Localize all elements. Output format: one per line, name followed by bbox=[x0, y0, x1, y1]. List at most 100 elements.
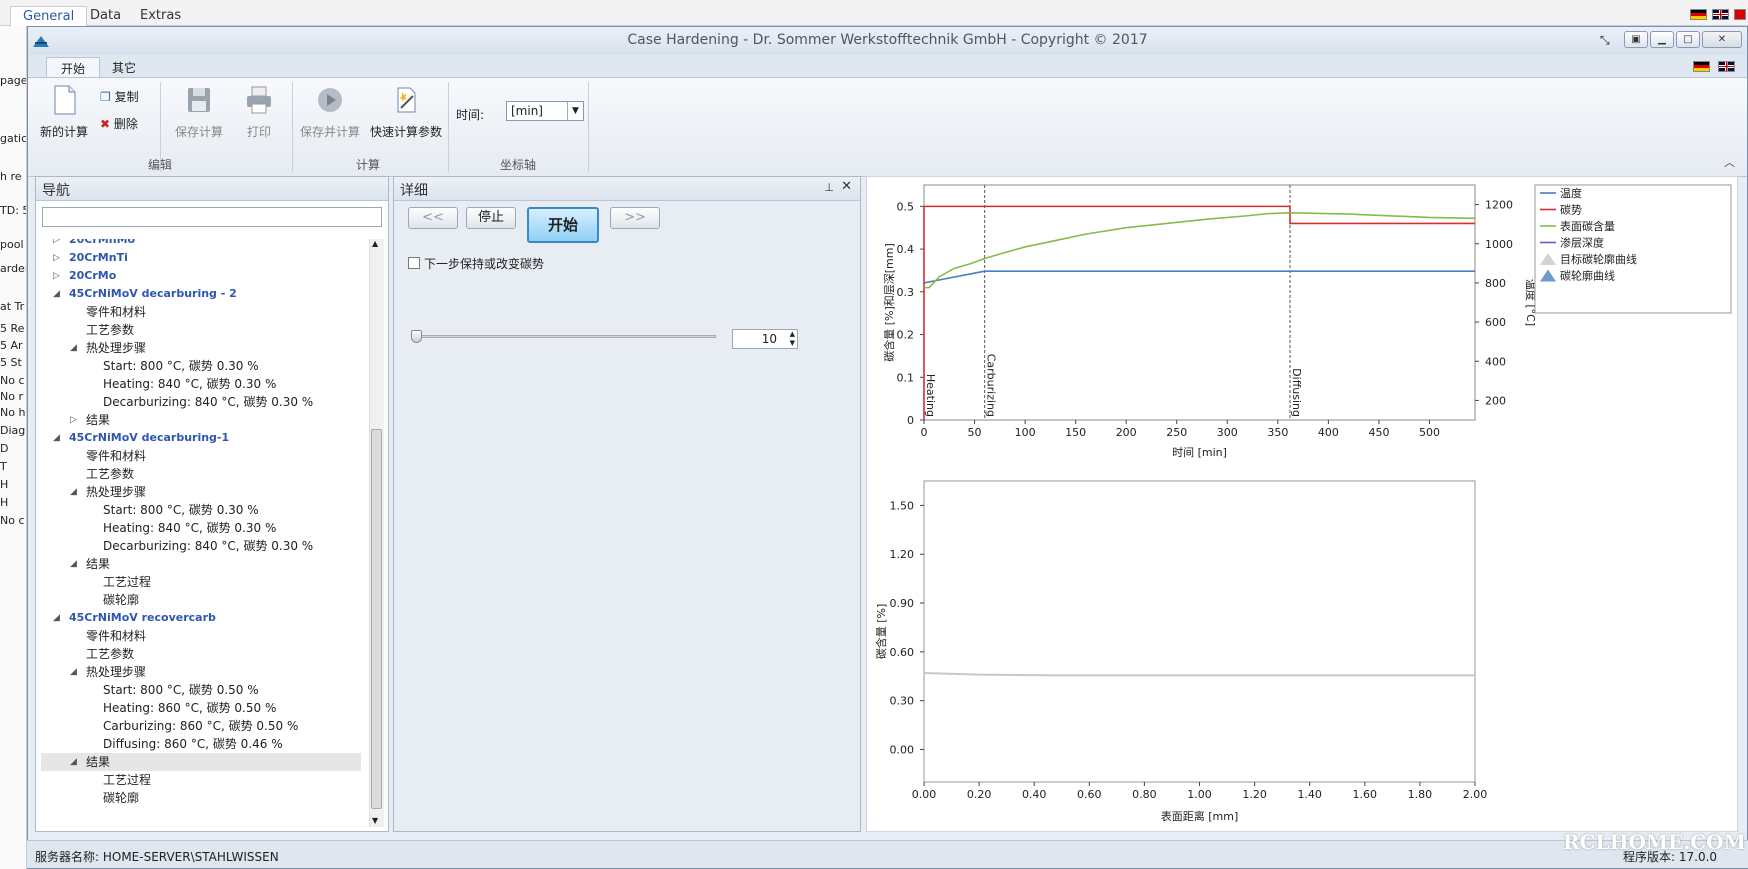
scroll-down-icon[interactable]: ▼ bbox=[372, 816, 378, 825]
collapse-icon[interactable]: ◢ bbox=[53, 433, 60, 443]
tree-item[interactable]: Heating: 840 °C, 碳势 0.30 % bbox=[103, 375, 276, 393]
tree-item[interactable]: 碳轮廓 bbox=[103, 789, 139, 807]
x-tick-label: 2.00 bbox=[1463, 788, 1488, 801]
tab-start[interactable]: 开始 bbox=[46, 57, 101, 77]
close-button[interactable]: ✕ bbox=[1702, 31, 1742, 48]
ribbon: 新的计算 ❐ 复制 ✖ 删除 保存计算 打印 编辑 保存并计算 快速计算参数 计… bbox=[28, 77, 1747, 177]
keep-potential-checkbox[interactable] bbox=[408, 257, 420, 269]
collapse-icon[interactable]: ◢ bbox=[70, 559, 77, 569]
tree-item[interactable]: Decarburizing: 840 °C, 碳势 0.30 % bbox=[103, 393, 313, 411]
tree-item[interactable]: 20CrMnMo bbox=[69, 239, 135, 249]
tree-item[interactable]: 结果 bbox=[86, 555, 110, 573]
background-text: No r bbox=[0, 390, 23, 403]
tree-item[interactable]: Start: 800 °C, 碳势 0.50 % bbox=[103, 681, 259, 699]
scroll-thumb[interactable] bbox=[371, 429, 382, 809]
tab-extras[interactable]: Extras bbox=[128, 6, 193, 26]
tree-item[interactable]: 结果 bbox=[86, 753, 110, 771]
step-slider-thumb[interactable] bbox=[411, 330, 422, 343]
collapse-ribbon-icon[interactable]: ︿ bbox=[1724, 154, 1735, 170]
collapse-icon[interactable]: ◢ bbox=[70, 487, 77, 497]
minimize-button[interactable]: ▁ bbox=[1650, 31, 1674, 48]
tree-item[interactable]: 20CrMo bbox=[69, 267, 116, 285]
uk-flag-icon[interactable] bbox=[1712, 9, 1729, 20]
x-tick-label: 0.60 bbox=[1077, 788, 1102, 801]
delete-label: 删除 bbox=[113, 117, 138, 131]
scroll-up-icon[interactable]: ▲ bbox=[372, 239, 378, 248]
background-text: D bbox=[0, 442, 9, 455]
tree-item[interactable]: 工艺过程 bbox=[103, 573, 151, 591]
tree-item[interactable]: Heating: 860 °C, 碳势 0.50 % bbox=[103, 699, 276, 717]
restore-icon[interactable]: ▣ bbox=[1624, 31, 1648, 48]
collapse-icon[interactable]: ◢ bbox=[53, 613, 60, 623]
tree-item[interactable]: 工艺过程 bbox=[103, 771, 151, 789]
tab-other[interactable]: 其它 bbox=[98, 57, 150, 77]
copy-button[interactable]: ❐ 复制 bbox=[100, 88, 139, 105]
time-unit-select[interactable]: [min] ▼ bbox=[506, 101, 584, 121]
x-tick-label: 1.00 bbox=[1187, 788, 1212, 801]
tree-item[interactable]: Carburizing: 860 °C, 碳势 0.50 % bbox=[103, 717, 298, 735]
uk-flag-icon[interactable] bbox=[1718, 61, 1735, 72]
collapse-icon[interactable]: ◢ bbox=[70, 667, 77, 677]
nav-scrollbar[interactable]: ▲ ▼ bbox=[369, 239, 384, 827]
tree-item[interactable]: 工艺参数 bbox=[86, 321, 134, 339]
maximize-button[interactable]: □ bbox=[1676, 31, 1700, 48]
tree-item[interactable]: 工艺参数 bbox=[86, 645, 134, 663]
tree-item[interactable]: 45CrNiMoV decarburing-1 bbox=[69, 429, 229, 447]
tab-general[interactable]: General bbox=[10, 6, 88, 26]
delete-button[interactable]: ✖ 删除 bbox=[100, 115, 138, 132]
tree-item[interactable]: 热处理步骤 bbox=[86, 339, 146, 357]
german-flag-icon[interactable] bbox=[1693, 61, 1710, 72]
background-text: TD: 5 bbox=[0, 204, 27, 217]
tree-item[interactable]: 20CrMnTi bbox=[69, 249, 128, 267]
stop-button[interactable]: 停止 bbox=[466, 207, 516, 229]
quick-params-button[interactable]: 快速计算参数 bbox=[368, 84, 444, 140]
spinner-arrows-icon[interactable]: ▲ ▼ bbox=[790, 330, 795, 348]
tree-item[interactable]: 零件和材料 bbox=[86, 447, 146, 465]
y-tick-label: 0.30 bbox=[890, 695, 915, 708]
background-text: 5 Re bbox=[0, 322, 25, 335]
tab-data[interactable]: Data bbox=[78, 6, 133, 26]
step-value-spinner[interactable]: 10 ▲ ▼ bbox=[732, 329, 798, 349]
tree-item[interactable]: 45CrNiMoV recovercarb bbox=[69, 609, 216, 627]
new-calc-button[interactable]: 新的计算 bbox=[36, 84, 92, 140]
collapse-icon[interactable]: ◢ bbox=[70, 757, 77, 767]
tree-item[interactable]: 45CrNiMoV decarburing - 2 bbox=[69, 285, 237, 303]
tree-item[interactable]: 工艺参数 bbox=[86, 465, 134, 483]
collapse-icon[interactable]: ◢ bbox=[70, 343, 77, 353]
tree-item[interactable]: 结果 bbox=[86, 411, 110, 429]
tree-item[interactable]: 热处理步骤 bbox=[86, 483, 146, 501]
tree-item[interactable]: Decarburizing: 840 °C, 碳势 0.30 % bbox=[103, 537, 313, 555]
next-step-button[interactable]: >> bbox=[610, 207, 660, 229]
chevron-down-icon[interactable]: ▼ bbox=[567, 102, 583, 120]
tree-item[interactable]: 热处理步骤 bbox=[86, 663, 146, 681]
tree-item[interactable]: 碳轮廓 bbox=[103, 591, 139, 609]
collapse-icon[interactable]: ◢ bbox=[53, 289, 60, 299]
tree-item[interactable]: 零件和材料 bbox=[86, 303, 146, 321]
expand-icon[interactable]: ▷ bbox=[53, 271, 60, 281]
save-and-calc-button[interactable]: 保存并计算 bbox=[298, 84, 362, 140]
phase-label: Diffusing bbox=[1290, 368, 1303, 417]
expand-icon[interactable]: ▷ bbox=[53, 253, 60, 263]
step-slider-track[interactable] bbox=[414, 335, 716, 338]
expand-icon[interactable]: ▷ bbox=[70, 415, 77, 425]
print-button[interactable]: 打印 bbox=[236, 84, 282, 140]
german-flag-icon[interactable] bbox=[1690, 9, 1707, 20]
tree-item[interactable]: 零件和材料 bbox=[86, 627, 146, 645]
pin-icon[interactable]: ⊥ bbox=[824, 181, 834, 194]
x-tick-label: 400 bbox=[1318, 426, 1339, 439]
tree-item[interactable]: Diffusing: 860 °C, 碳势 0.46 % bbox=[103, 735, 283, 753]
close-icon[interactable]: ✕ bbox=[841, 179, 852, 194]
tree-item[interactable]: Start: 800 °C, 碳势 0.30 % bbox=[103, 501, 259, 519]
start-button[interactable]: 开始 bbox=[527, 207, 599, 243]
tree-item[interactable]: Start: 800 °C, 碳势 0.30 % bbox=[103, 357, 259, 375]
nav-search-input[interactable] bbox=[42, 207, 382, 227]
chinese-flag-icon[interactable] bbox=[1734, 9, 1746, 20]
prev-step-button[interactable]: << bbox=[408, 207, 458, 229]
y-tick-label: 0.90 bbox=[890, 597, 915, 610]
background-text: at Tr bbox=[0, 300, 25, 313]
expand-icon[interactable]: ▷ bbox=[53, 239, 60, 245]
tree-item[interactable]: Heating: 840 °C, 碳势 0.30 % bbox=[103, 519, 276, 537]
x-tick-label: 500 bbox=[1419, 426, 1440, 439]
save-calc-button[interactable]: 保存计算 bbox=[168, 84, 230, 140]
resize-icon[interactable]: ⤡ bbox=[1600, 33, 1610, 48]
